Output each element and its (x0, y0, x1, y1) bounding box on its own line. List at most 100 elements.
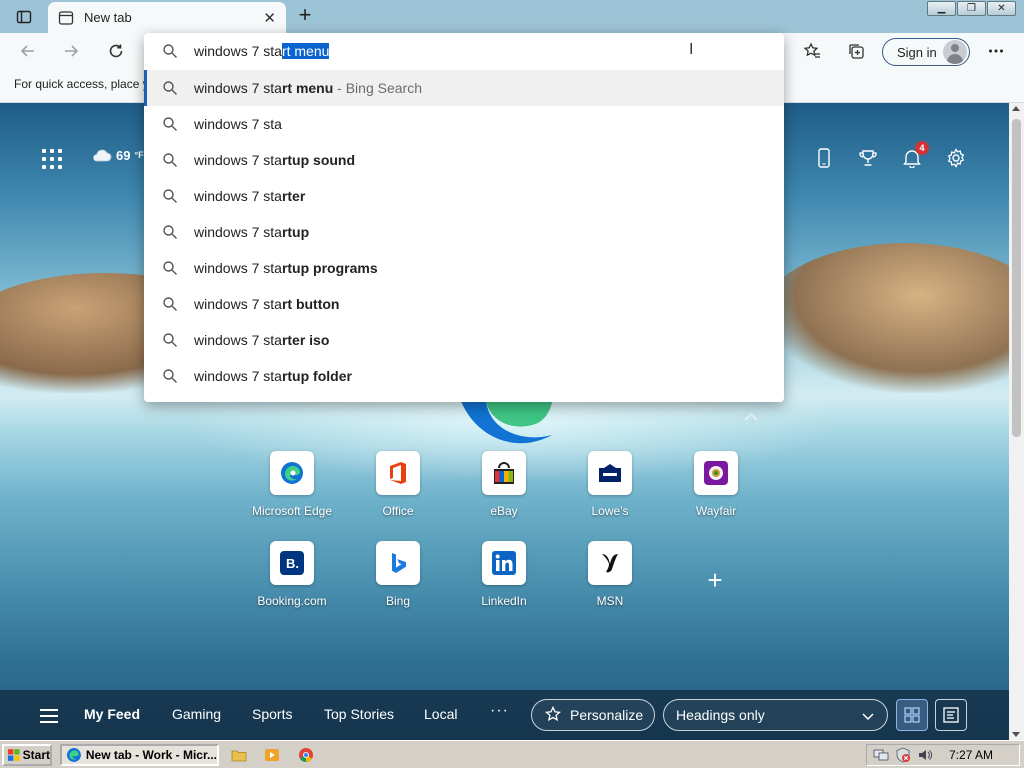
app-launcher-icon[interactable] (42, 149, 62, 169)
security-alert-icon[interactable] (895, 747, 911, 763)
network-icon[interactable] (873, 747, 889, 763)
folder-icon (231, 750, 247, 762)
suggestion-prefix: windows 7 sta (194, 80, 282, 96)
list-layout-button[interactable] (935, 699, 967, 731)
feed-tab-top-stories[interactable]: Top Stories (324, 706, 394, 722)
refresh-button[interactable] (103, 39, 129, 63)
suggestion-item[interactable]: windows 7 starter (144, 178, 784, 214)
quick-link-ebay[interactable]: eBay (449, 451, 559, 518)
suggestion-item[interactable]: windows 7 start menu - Bing Search (144, 70, 784, 106)
page-settings-button[interactable] (943, 145, 969, 171)
settings-more-button[interactable] (983, 39, 1009, 63)
scrollbar-thumb[interactable] (1012, 119, 1021, 437)
content-visibility-dropdown[interactable]: Headings only (663, 699, 888, 731)
collections-button[interactable] (843, 39, 869, 63)
feed-more-button[interactable]: ··· (490, 702, 509, 720)
quicklaunch-media-player[interactable] (263, 746, 281, 764)
start-label: Start (22, 748, 50, 762)
quick-link-label: Bing (385, 594, 411, 608)
notifications-button[interactable]: 4 (899, 141, 929, 171)
restore-button[interactable]: ❐ (957, 1, 986, 16)
weather-unit: °F (134, 150, 144, 160)
new-tab-button[interactable]: + (292, 4, 318, 28)
rewards-button[interactable] (855, 145, 881, 171)
tab-new-tab[interactable]: New tab ✕ (48, 2, 286, 33)
back-button[interactable] (15, 39, 41, 63)
suggestion-item[interactable]: windows 7 sta (144, 106, 784, 142)
quick-link-microsoft-edge[interactable]: Microsoft Edge (237, 451, 347, 518)
search-icon (163, 333, 177, 347)
quicklaunch-chrome[interactable] (297, 746, 315, 764)
suggestion-item[interactable]: windows 7 start button (144, 286, 784, 322)
star-list-icon (803, 42, 820, 58)
chevron-down-icon (862, 713, 874, 721)
quick-link-booking[interactable]: B. Booking.com (237, 541, 347, 608)
page-scrollbar[interactable] (1009, 103, 1024, 740)
feed-menu-icon[interactable] (40, 709, 58, 723)
scroll-down-arrow-icon[interactable] (1012, 732, 1020, 737)
sign-in-button[interactable]: Sign in (882, 38, 970, 66)
collapse-chevron-up-icon[interactable] (742, 411, 760, 423)
bing-icon (392, 553, 406, 573)
quicklaunch-explorer[interactable] (230, 746, 248, 764)
suggestion-item[interactable]: windows 7 startup sound (144, 142, 784, 178)
os-taskbar: Start New tab - Work - Micr... 7:27 AM (0, 740, 1024, 768)
quick-link-icon-box (270, 451, 314, 495)
feed-tab-gaming[interactable]: Gaming (172, 706, 221, 722)
forward-button[interactable] (58, 39, 84, 63)
quick-link-linkedin[interactable]: LinkedIn (449, 541, 559, 608)
quick-link-label: Office (382, 504, 414, 518)
start-button[interactable]: Start (2, 744, 52, 766)
search-icon (163, 81, 177, 95)
feed-tab-my-feed[interactable]: My Feed (84, 706, 140, 722)
suggestion-completion: rt menu (281, 80, 334, 96)
grid-layout-button[interactable] (896, 699, 928, 731)
weather-widget[interactable]: 69 °F (90, 147, 144, 163)
suggestion-prefix: windows 7 sta (194, 296, 282, 312)
add-quick-link-button[interactable]: + (700, 565, 730, 595)
suggestion-text: windows 7 startup programs (194, 260, 378, 276)
phone-icon (818, 148, 830, 168)
chrome-icon (299, 748, 313, 762)
personalize-button[interactable]: Personalize (531, 699, 655, 731)
cloud-icon (93, 149, 112, 162)
more-dots-icon (989, 49, 1003, 53)
feed-tab-sports[interactable]: Sports (252, 706, 292, 722)
suggestion-prefix: windows 7 sta (194, 188, 282, 204)
feed-tab-local[interactable]: Local (424, 706, 457, 722)
notification-badge: 4 (915, 141, 929, 155)
suggestion-item[interactable]: windows 7 starter iso (144, 322, 784, 358)
quick-link-icon-box (482, 451, 526, 495)
quick-link-bing[interactable]: Bing (343, 541, 453, 608)
volume-icon[interactable] (917, 747, 933, 763)
linkedin-icon (492, 551, 516, 575)
suggestion-item[interactable]: windows 7 startup programs (144, 250, 784, 286)
tab-actions-button[interactable] (8, 6, 40, 28)
suggestion-item[interactable]: windows 7 startup folder (144, 358, 784, 394)
quick-link-lowes[interactable]: Lowe's (555, 451, 665, 518)
new-tab-favicon-icon (58, 10, 74, 25)
address-typed-text: windows 7 sta (194, 43, 282, 59)
suggestion-prefix: windows 7 sta (194, 224, 282, 240)
close-tab-icon[interactable]: ✕ (263, 9, 276, 27)
quick-link-office[interactable]: Office (343, 451, 453, 518)
search-icon (163, 297, 177, 311)
favorites-button[interactable] (799, 39, 825, 63)
suggestion-prefix: windows 7 sta (194, 116, 282, 132)
feed-navigation-bar: My Feed Gaming Sports Top Stories Local … (0, 690, 1009, 740)
suggestion-text: windows 7 starter (194, 188, 305, 204)
address-bar-input[interactable]: windows 7 start menu (144, 33, 784, 69)
close-window-button[interactable]: ✕ (987, 1, 1016, 16)
quick-link-wayfair[interactable]: Wayfair (661, 451, 771, 518)
personalize-label: Personalize (570, 707, 644, 723)
taskbar-edge-window[interactable]: New tab - Work - Micr... (60, 744, 219, 766)
scroll-up-arrow-icon[interactable] (1012, 106, 1020, 111)
favorites-bar-hint: For quick access, place y (14, 77, 149, 91)
suggestion-item[interactable]: windows 7 startup (144, 214, 784, 250)
grid-icon (904, 707, 920, 723)
minimize-button[interactable]: ▁ (927, 1, 956, 16)
office-icon (390, 462, 406, 484)
suggestion-prefix: windows 7 sta (194, 368, 282, 384)
quick-link-msn[interactable]: MSN (555, 541, 665, 608)
mobile-button[interactable] (811, 145, 837, 171)
